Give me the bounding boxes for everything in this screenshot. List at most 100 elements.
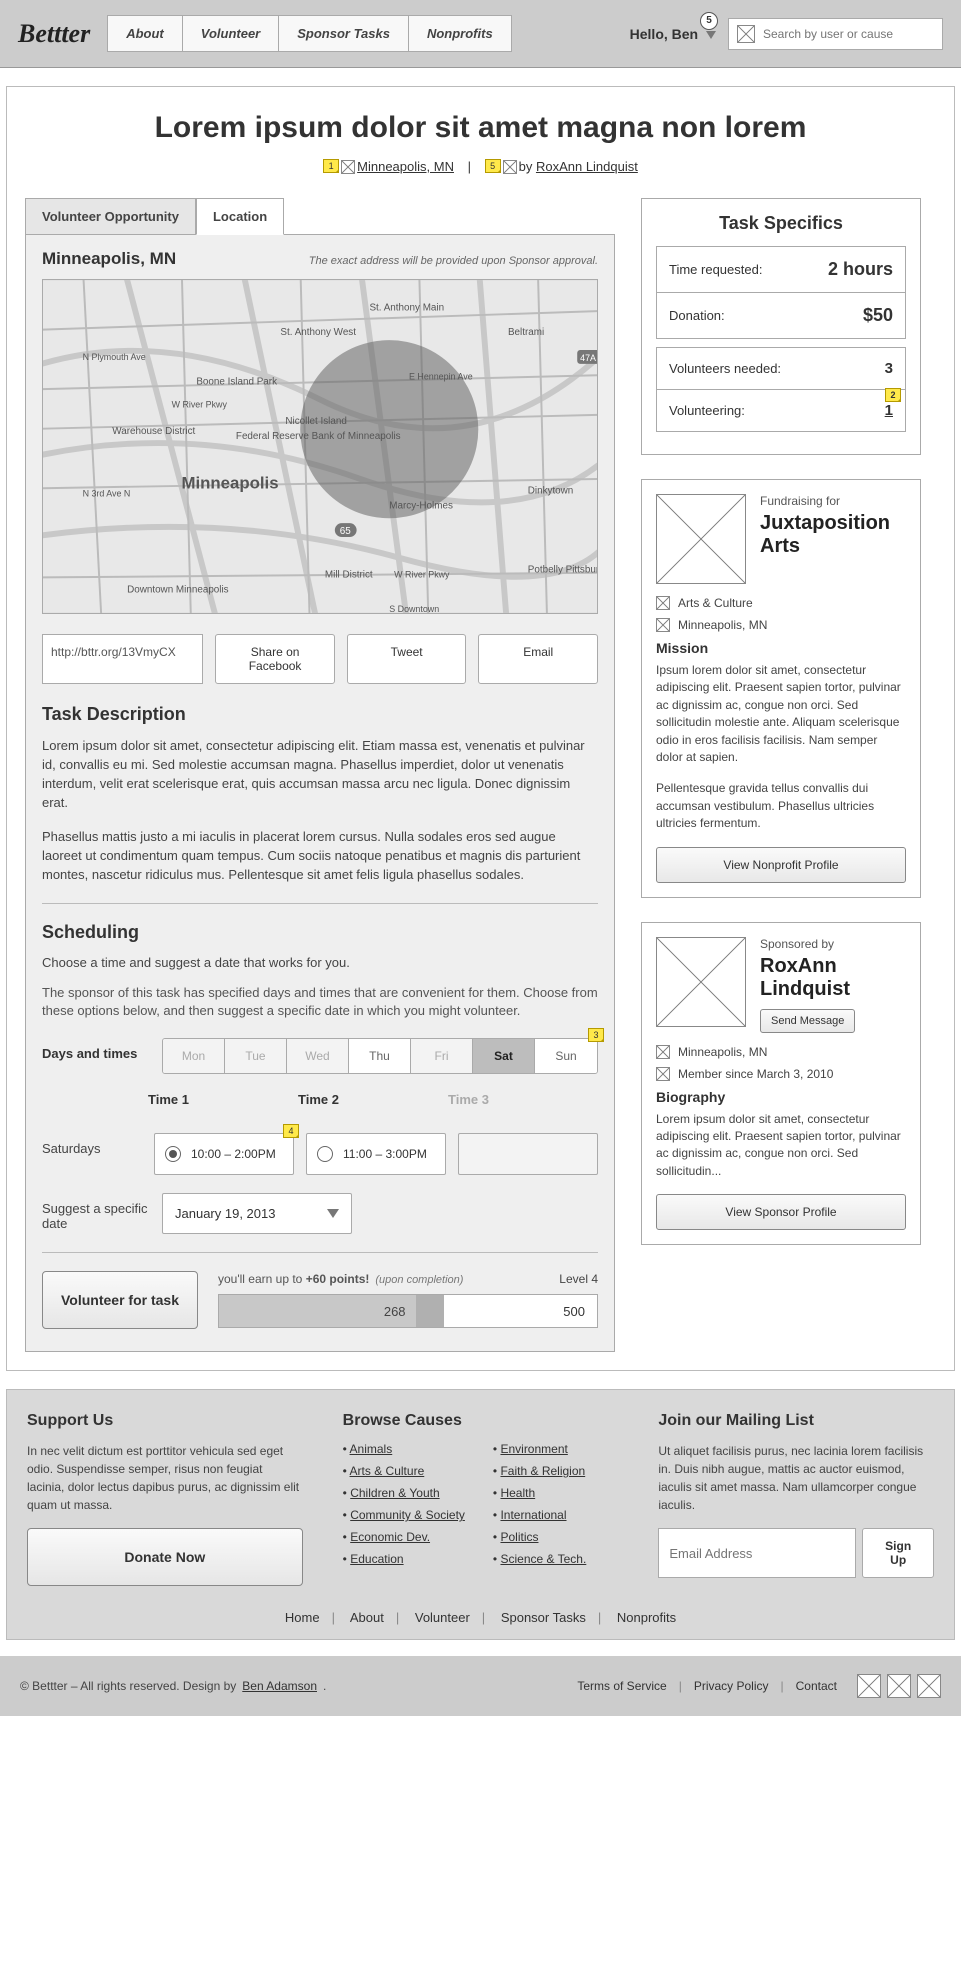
share-tweet-button[interactable]: Tweet [347, 634, 467, 684]
tos-link[interactable]: Terms of Service [577, 1679, 666, 1693]
cause-link[interactable]: Faith & Religion [500, 1464, 585, 1478]
day-wed[interactable]: Wed [287, 1039, 349, 1073]
cause-link[interactable]: Education [350, 1552, 403, 1566]
tab-opportunity[interactable]: Volunteer Opportunity [25, 198, 196, 235]
svg-text:E Hennepin Ave: E Hennepin Ave [409, 372, 473, 382]
scheduling-heading: Scheduling [42, 922, 598, 943]
svg-text:Nicollet Island: Nicollet Island [285, 416, 346, 427]
cause-link[interactable]: Animals [350, 1442, 393, 1456]
view-nonprofit-button[interactable]: View Nonprofit Profile [656, 847, 906, 883]
share-url-field[interactable]: http://bttr.org/13VmyCX [42, 634, 203, 684]
volunteering-value[interactable]: 1 2 [885, 402, 893, 419]
donate-button[interactable]: Donate Now [27, 1528, 303, 1586]
footer-nav-home[interactable]: Home [285, 1610, 320, 1625]
day-sat[interactable]: Sat [473, 1039, 535, 1073]
cause-link[interactable]: Arts & Culture [350, 1464, 425, 1478]
social-icon[interactable] [857, 1674, 881, 1698]
cause-link[interactable]: Community & Society [350, 1508, 465, 1522]
date-picker[interactable]: January 19, 2013 [162, 1193, 352, 1234]
causes-list-b: Environment Faith & Religion Health Inte… [493, 1442, 586, 1574]
share-bar: http://bttr.org/13VmyCX Share on Faceboo… [42, 634, 598, 684]
volunteer-button[interactable]: Volunteer for task [42, 1271, 198, 1329]
map[interactable]: Minneapolis St. Anthony Main St. Anthony… [42, 279, 598, 614]
search-input[interactable] [763, 27, 934, 41]
time-head-1: Time 1 [148, 1092, 298, 1107]
user-greeting[interactable]: Hello, Ben 5 [630, 26, 716, 42]
sponsor-image [656, 937, 746, 1027]
svg-text:Boone Island Park: Boone Island Park [196, 377, 277, 388]
footer: Support Us In nec velit dictum est portt… [6, 1389, 955, 1640]
category-icon [656, 596, 670, 610]
svg-text:N Plymouth Ave: N Plymouth Ave [83, 352, 146, 362]
svg-text:St. Anthony West: St. Anthony West [280, 327, 356, 338]
progress-max: 500 [444, 1295, 597, 1327]
nonprofit-image [656, 494, 746, 584]
footer-nav-nonprofits[interactable]: Nonprofits [617, 1610, 676, 1625]
date-label: Suggest a specific date [42, 1193, 162, 1231]
location-hint: The exact address will be provided upon … [309, 255, 598, 267]
cause-link[interactable]: Economic Dev. [350, 1530, 430, 1544]
footer-nav-about[interactable]: About [350, 1610, 384, 1625]
nav-nonprofits[interactable]: Nonprofits [408, 15, 512, 52]
footer-nav-sponsor[interactable]: Sponsor Tasks [501, 1610, 586, 1625]
day-sun[interactable]: Sun [535, 1039, 597, 1073]
task-specifics-card: Task Specifics Time requested:2 hours Do… [641, 198, 921, 455]
svg-text:Mill District: Mill District [325, 570, 373, 581]
day-mon[interactable]: Mon [163, 1039, 225, 1073]
greeting-text: Hello, Ben [630, 26, 698, 42]
logo[interactable]: Bettter [18, 19, 90, 49]
note-1: 1 [323, 159, 339, 173]
cause-link[interactable]: Science & Tech. [500, 1552, 586, 1566]
email-input[interactable] [658, 1528, 856, 1578]
footer-nav-volunteer[interactable]: Volunteer [415, 1610, 470, 1625]
cause-link[interactable]: Environment [500, 1442, 567, 1456]
causes-list-a: Animals Arts & Culture Children & Youth … [343, 1442, 465, 1574]
share-facebook-button[interactable]: Share on Facebook [215, 634, 335, 684]
signup-button[interactable]: Sign Up [862, 1528, 934, 1578]
scheduling-intro: Choose a time and suggest a date that wo… [42, 955, 598, 970]
cause-link[interactable]: International [500, 1508, 566, 1522]
day-tue[interactable]: Tue [225, 1039, 287, 1073]
day-fri[interactable]: Fri [411, 1039, 473, 1073]
time-head-2: Time 2 [298, 1092, 448, 1107]
bottom-bar: © Bettter – All rights reserved. Design … [0, 1656, 961, 1716]
page-title: Lorem ipsum dolor sit amet magna non lor… [25, 111, 936, 145]
svg-text:S Downtown: S Downtown [389, 604, 439, 613]
main-nav: About Volunteer Sponsor Tasks Nonprofits [108, 15, 511, 52]
share-email-button[interactable]: Email [478, 634, 598, 684]
privacy-link[interactable]: Privacy Policy [694, 1679, 769, 1693]
note-2: 2 [885, 388, 901, 402]
social-icon[interactable] [917, 1674, 941, 1698]
cause-link[interactable]: Health [500, 1486, 535, 1500]
contact-link[interactable]: Contact [796, 1679, 837, 1693]
time-slot-2[interactable]: 11:00 – 3:00PM [306, 1133, 446, 1175]
note-4: 4 [283, 1124, 299, 1138]
chevron-down-icon [706, 31, 716, 39]
social-icon[interactable] [887, 1674, 911, 1698]
search-box[interactable] [728, 18, 943, 50]
calendar-icon [656, 1067, 670, 1081]
nav-sponsor[interactable]: Sponsor Tasks [278, 15, 409, 52]
tabs: Volunteer Opportunity Location [25, 198, 615, 235]
author-link[interactable]: RoxAnn Lindquist [536, 159, 638, 174]
send-message-button[interactable]: Send Message [760, 1009, 855, 1033]
cause-link[interactable]: Politics [500, 1530, 538, 1544]
nav-volunteer[interactable]: Volunteer [182, 15, 279, 52]
svg-text:W River Pkwy: W River Pkwy [394, 570, 450, 580]
view-sponsor-button[interactable]: View Sponsor Profile [656, 1194, 906, 1230]
cause-link[interactable]: Children & Youth [350, 1486, 439, 1500]
task-specifics-heading: Task Specifics [656, 213, 906, 234]
chevron-down-icon [327, 1209, 339, 1218]
task-description-body: Lorem ipsum dolor sit amet, consectetur … [42, 737, 598, 885]
top-bar: Bettter About Volunteer Sponsor Tasks No… [0, 0, 961, 68]
time-slot-1[interactable]: 10:00 – 2:00PM 4 [154, 1133, 294, 1175]
day-thu[interactable]: Thu [349, 1039, 411, 1073]
designer-link[interactable]: Ben Adamson [242, 1679, 317, 1693]
nonprofit-card: Fundraising for Juxtaposition Arts Arts … [641, 479, 921, 898]
svg-text:N 3rd Ave N: N 3rd Ave N [83, 488, 131, 498]
nav-about[interactable]: About [107, 15, 183, 52]
svg-text:St. Anthony Main: St. Anthony Main [369, 302, 444, 313]
location-link[interactable]: Minneapolis, MN [357, 159, 454, 174]
tab-location[interactable]: Location [196, 198, 284, 235]
svg-text:Marcy-Holmes: Marcy-Holmes [389, 500, 453, 511]
